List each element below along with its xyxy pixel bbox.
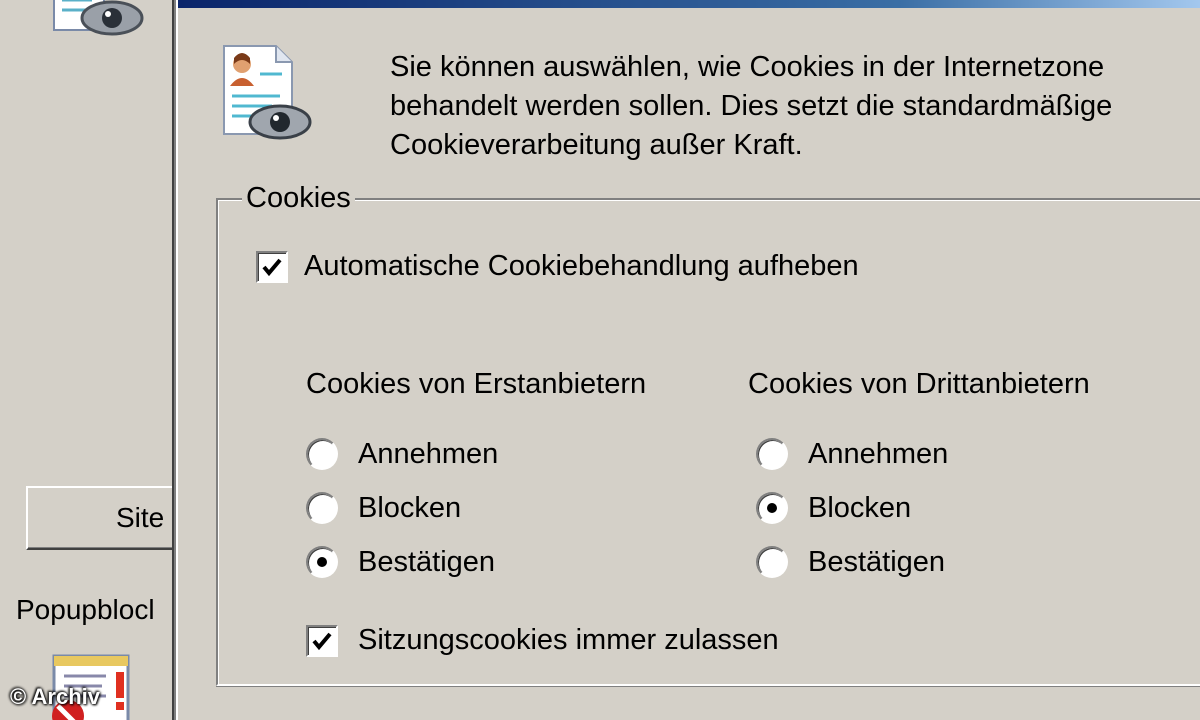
always-allow-session-cookies[interactable]: Sitzungscookies immer zulassen <box>306 624 779 657</box>
document-eye-icon <box>53 0 144 36</box>
background-dialog: Site Popupblocl © Archiv <box>0 0 176 720</box>
cookies-group-title: Cookies <box>242 180 355 216</box>
radio-label: Blocken <box>358 491 462 524</box>
radio-label: Annehmen <box>808 437 949 470</box>
first-party-title: Cookies von Erstanbietern <box>306 368 647 400</box>
watermark: © Archiv <box>10 684 100 709</box>
first-party-accept-radio[interactable] <box>306 438 338 470</box>
third-party-cookies-group: Cookies von Drittanbietern Annehmen Bloc… <box>748 368 1090 589</box>
override-checkbox[interactable] <box>256 250 288 283</box>
description-line: Sie können auswählen, wie Cookies in der… <box>390 51 1105 83</box>
third-party-block-radio[interactable] <box>756 492 788 524</box>
description-line: Cookieverarbeitung außer Kraft. <box>390 129 803 161</box>
radio-label: Blocken <box>808 491 912 524</box>
title-bar <box>178 0 1200 8</box>
radio-label: Bestätigen <box>358 545 496 578</box>
session-cookies-checkbox[interactable] <box>306 624 338 657</box>
check-icon <box>312 632 332 650</box>
override-checkbox-label: Automatische Cookiebehandlung aufheben <box>304 250 859 282</box>
session-cookies-checkbox-label: Sitzungscookies immer zulassen <box>358 624 779 656</box>
check-icon <box>262 258 282 276</box>
description-line: behandelt werden sollen. Dies setzt die … <box>390 90 1113 122</box>
third-party-accept-radio[interactable] <box>756 438 788 470</box>
third-party-prompt-radio[interactable] <box>756 546 788 578</box>
third-party-option-prompt[interactable]: Bestätigen <box>756 535 1090 589</box>
third-party-title: Cookies von Drittanbietern <box>748 368 1090 400</box>
popup-blocker-label: Popupblocl <box>16 594 155 625</box>
first-party-option-prompt[interactable]: Bestätigen <box>306 535 646 589</box>
third-party-option-accept[interactable]: Annehmen <box>756 427 1090 481</box>
first-party-option-accept[interactable]: Annehmen <box>306 427 646 481</box>
first-party-block-radio[interactable] <box>306 492 338 524</box>
radio-label: Bestätigen <box>808 545 946 578</box>
third-party-option-block[interactable]: Blocken <box>756 481 1090 535</box>
first-party-cookies-group: Cookies von Erstanbietern Annehmen Block… <box>306 368 646 589</box>
radio-label: Annehmen <box>358 437 499 470</box>
first-party-option-block[interactable]: Blocken <box>306 481 646 535</box>
first-party-prompt-radio[interactable] <box>306 546 338 578</box>
sites-button[interactable]: Site <box>26 486 176 550</box>
override-automatic-cookie-handling[interactable]: Automatische Cookiebehandlung aufheben <box>256 250 859 283</box>
screen: Site Popupblocl © Archiv Sie können ausw… <box>0 0 1200 720</box>
document-eye-icon <box>223 45 312 140</box>
description-text: Sie können auswählen, wie Cookies in der… <box>390 48 1200 165</box>
advanced-privacy-settings-dialog: Sie können auswählen, wie Cookies in der… <box>176 0 1200 720</box>
cookies-groupbox: Cookies Automatische Cookiebehandlung au… <box>216 180 1200 686</box>
